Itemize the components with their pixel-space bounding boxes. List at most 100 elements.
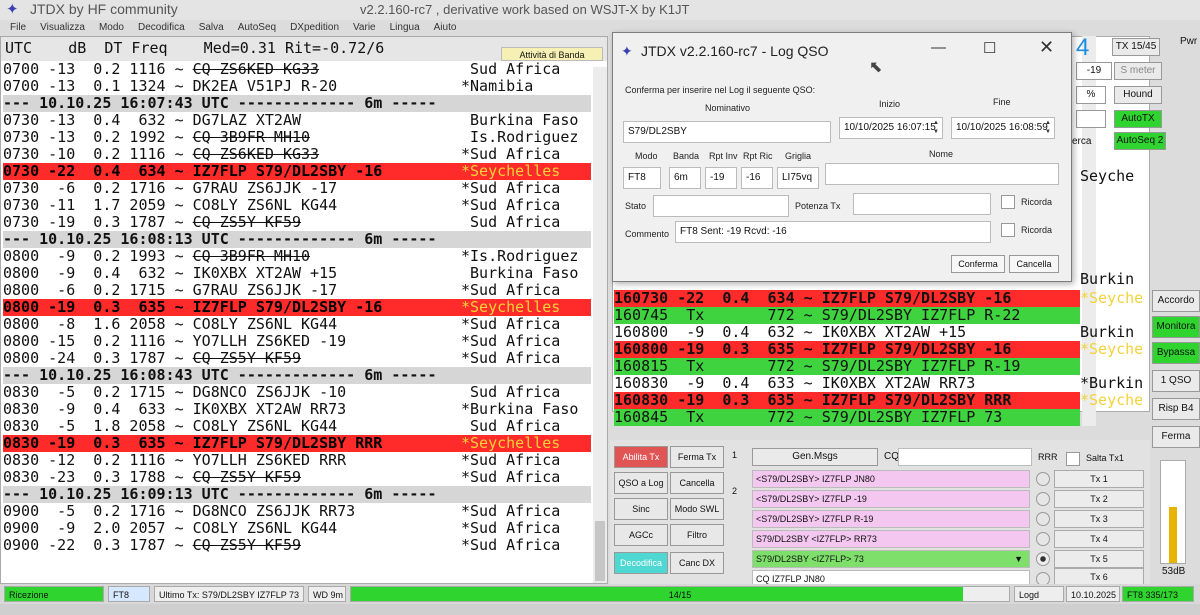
rx-decode-row[interactable]: 160745 Tx 772 ~ S79/DL2SBY IZ7FLP R-22 bbox=[614, 307, 1080, 324]
cancella-button[interactable]: Cancella bbox=[670, 472, 724, 494]
decode-row[interactable]: 0800 -9 0.2 1993 ~ CQ 3B9FR MH10 *Is.Rodr… bbox=[3, 248, 591, 265]
decode-row[interactable]: 0800 -15 0.2 1116 ~ YO7LLH ZS6KED -19 *Su… bbox=[3, 333, 591, 350]
rx-decode-row[interactable]: 160815 Tx 772 ~ S79/DL2SBY IZ7FLP R-19 bbox=[614, 358, 1080, 375]
band-activity-scrollbar[interactable] bbox=[593, 67, 607, 583]
comment-field[interactable]: FT8 Sent: -19 Rcvd: -16 bbox=[675, 221, 991, 243]
sinc-button[interactable]: Sinc bbox=[614, 498, 668, 520]
monitora-button[interactable]: Monitora bbox=[1152, 316, 1200, 338]
decode-row[interactable]: 0900 -5 0.2 1716 ~ DG8NCO ZS6JJK RR73 *Su… bbox=[3, 503, 591, 520]
tx2-button[interactable]: Tx 2 bbox=[1054, 490, 1144, 508]
tx5-radio[interactable] bbox=[1036, 552, 1050, 566]
menu-aiuto[interactable]: Aiuto bbox=[434, 22, 457, 33]
tx4-button[interactable]: Tx 4 bbox=[1054, 530, 1144, 548]
bypassa-button[interactable]: Bypassa bbox=[1152, 342, 1200, 364]
decode-row[interactable]: 0800 -24 0.3 1787 ~ CQ ZS5Y KF59 *Sud Afr… bbox=[3, 350, 591, 367]
ferma-button[interactable]: Ferma bbox=[1152, 426, 1200, 448]
tx-message-1[interactable]: <S79/DL2SBY> IZ7FLP JN80 bbox=[752, 470, 1030, 488]
decode-row[interactable]: 0730 -22 0.4 634 ~ IZ7FLP S79/DL2SBY -16… bbox=[3, 163, 591, 180]
decodifica-button[interactable]: Decodifica bbox=[614, 552, 668, 574]
grid-field[interactable]: LI75vq bbox=[777, 167, 819, 189]
conferma-button[interactable]: Conferma bbox=[951, 255, 1005, 273]
cq-field[interactable] bbox=[898, 448, 1032, 466]
rx-decode-row[interactable]: 160800 -19 0.3 635 ~ IZ7FLP S79/DL2SBY -… bbox=[614, 341, 1080, 358]
menu-salva[interactable]: Salva bbox=[199, 22, 224, 33]
risp-b4-button[interactable]: Risp B4 bbox=[1152, 398, 1200, 420]
tx-message-4[interactable]: S79/DL2SBY <IZ7FLP> RR73 bbox=[752, 530, 1030, 548]
rx-decode-row[interactable]: 160800 -9 0.4 632 ~ IK0XBX XT2AW +15 bbox=[614, 324, 1080, 341]
period-separator[interactable]: --- 10.10.25 16:07:43 UTC ------------- … bbox=[3, 95, 591, 112]
power-field[interactable] bbox=[853, 193, 991, 215]
band-field[interactable]: 6m bbox=[669, 167, 701, 189]
rx-decode-row[interactable]: 160845 Tx 772 ~ S79/DL2SBY IZ7FLP 73 bbox=[614, 409, 1080, 426]
one-qso-button[interactable]: 1 QSO bbox=[1152, 370, 1200, 392]
period-separator[interactable]: --- 10.10.25 16:08:43 UTC ------------- … bbox=[3, 367, 591, 384]
end-spin-icon[interactable]: ▲ ▼ bbox=[1043, 119, 1053, 137]
rx-decode-row[interactable]: 160830 -9 0.4 633 ~ IK0XBX XT2AW RR73 bbox=[614, 375, 1080, 392]
tx3-button[interactable]: Tx 3 bbox=[1054, 510, 1144, 528]
decode-row[interactable]: 0730 -11 1.7 2059 ~ CO8LY ZS6NL KG44 *Sud… bbox=[3, 197, 591, 214]
canc-dx-button[interactable]: Canc DX bbox=[670, 552, 724, 574]
tab-1[interactable]: 1 bbox=[732, 450, 737, 460]
autoseq-button[interactable]: AutoSeq 2 bbox=[1114, 132, 1166, 150]
tx2-radio[interactable] bbox=[1036, 492, 1050, 506]
gen-msgs-button[interactable]: Gen.Msgs bbox=[752, 448, 878, 466]
maximize-icon[interactable]: ☐ bbox=[983, 39, 996, 57]
decode-row[interactable]: 0830 -9 0.4 633 ~ IK0XBX XT2AW RR73 *Burk… bbox=[3, 401, 591, 418]
rx-decode-row[interactable]: 160830 -19 0.3 635 ~ IZ7FLP S79/DL2SBY R… bbox=[614, 392, 1080, 409]
decode-row[interactable]: 0730 -13 0.4 632 ~ DG7LAZ XT2AW Burkina … bbox=[3, 112, 591, 129]
tx-message-2[interactable]: <S79/DL2SBY> IZ7FLP -19 bbox=[752, 490, 1030, 508]
period-separator[interactable]: --- 10.10.25 16:08:13 UTC ------------- … bbox=[3, 231, 591, 248]
minimize-icon[interactable]: — bbox=[931, 39, 946, 56]
decode-row[interactable]: 0800 -19 0.3 635 ~ IZ7FLP S79/DL2SBY -16… bbox=[3, 299, 591, 316]
autotx-button[interactable]: AutoTX bbox=[1114, 110, 1162, 128]
decode-row[interactable]: 0900 -22 0.3 1787 ~ CQ ZS5Y KF59 *Sud Afr… bbox=[3, 537, 591, 554]
tx3-radio[interactable] bbox=[1036, 512, 1050, 526]
remember-power-checkbox[interactable] bbox=[1001, 195, 1015, 209]
callsign-field[interactable]: S79/DL2SBY bbox=[623, 121, 831, 143]
rpt-sent-field[interactable]: -19 bbox=[705, 167, 737, 189]
mode-field[interactable]: FT8 bbox=[623, 167, 661, 189]
salta-tx1-checkbox[interactable] bbox=[1066, 452, 1080, 466]
remember-comment-checkbox[interactable] bbox=[1001, 223, 1015, 237]
menu-autoseq[interactable]: AutoSeq bbox=[238, 22, 276, 33]
modo-swl-button[interactable]: Modo SWL bbox=[670, 498, 724, 520]
tab-2[interactable]: 2 bbox=[732, 486, 737, 496]
chevron-down-icon[interactable]: ▼ bbox=[1014, 551, 1023, 567]
start-time-field[interactable]: 10/10/2025 16:07:15 bbox=[839, 117, 943, 139]
close-icon[interactable]: ✕ bbox=[1039, 37, 1054, 58]
tx-message-3[interactable]: <S79/DL2SBY> IZ7FLP R-19 bbox=[752, 510, 1030, 528]
menu-varie[interactable]: Varie bbox=[353, 22, 376, 33]
rx-decode-row[interactable]: 160730 -22 0.4 634 ~ IZ7FLP S79/DL2SBY -… bbox=[614, 290, 1080, 307]
decode-row[interactable]: 0830 -19 0.3 635 ~ IZ7FLP S79/DL2SBY RRR… bbox=[3, 435, 591, 452]
scrollbar-thumb[interactable] bbox=[595, 521, 605, 581]
cancella-dialog-button[interactable]: Cancella bbox=[1009, 255, 1059, 273]
band-activity-panel[interactable]: UTC dB DT Freq Med=0.31 Rit=-0.72/6 Atti… bbox=[0, 36, 608, 584]
accordo-button[interactable]: Accordo bbox=[1152, 290, 1200, 312]
tx1-radio[interactable] bbox=[1036, 472, 1050, 486]
hound-button[interactable]: Hound bbox=[1114, 86, 1162, 104]
decode-row[interactable]: 0800 -9 0.4 632 ~ IK0XBX XT2AW +15 Burki… bbox=[3, 265, 591, 282]
decode-row[interactable]: 0800 -8 1.6 2058 ~ CO8LY ZS6NL KG44 *Sud … bbox=[3, 316, 591, 333]
end-time-field[interactable]: 10/10/2025 16:08:59 bbox=[951, 117, 1055, 139]
stato-field[interactable] bbox=[653, 195, 789, 217]
decode-row[interactable]: 0730 -6 0.2 1716 ~ G7RAU ZS6JJK -17 *Sud … bbox=[3, 180, 591, 197]
menu-modo[interactable]: Modo bbox=[99, 22, 124, 33]
agcc-button[interactable]: AGCc bbox=[614, 524, 668, 546]
spin-field[interactable] bbox=[1076, 110, 1106, 128]
period-separator[interactable]: --- 10.10.25 16:09:13 UTC ------------- … bbox=[3, 486, 591, 503]
decode-row[interactable]: 0730 -13 0.2 1992 ~ CQ 3B9FR MH10 Is.Rod… bbox=[3, 129, 591, 146]
decode-row[interactable]: 0800 -6 0.2 1715 ~ G7RAU ZS6JJK -17 *Sud … bbox=[3, 282, 591, 299]
menu-lingua[interactable]: Lingua bbox=[390, 22, 420, 33]
tx4-radio[interactable] bbox=[1036, 532, 1050, 546]
menu-decodifica[interactable]: Decodifica bbox=[138, 22, 185, 33]
decode-row[interactable]: 0900 -9 2.0 2057 ~ CO8LY ZS6NL KG44 *Sud … bbox=[3, 520, 591, 537]
tx5-button[interactable]: Tx 5 bbox=[1054, 550, 1144, 568]
decode-row[interactable]: 0700 -13 0.1 1324 ~ DK2EA V51PJ R-20 *Nam… bbox=[3, 78, 591, 95]
menu-dxpedition[interactable]: DXpedition bbox=[290, 22, 339, 33]
decode-row[interactable]: 0830 -5 1.8 2058 ~ CO8LY ZS6NL KG44 Sud … bbox=[3, 418, 591, 435]
percent-field[interactable]: % bbox=[1076, 86, 1106, 104]
qso-a-log-button[interactable]: QSO a Log bbox=[614, 472, 668, 494]
abilita-tx-button[interactable]: Abilita Tx bbox=[614, 446, 668, 468]
menu-file[interactable]: File bbox=[10, 22, 26, 33]
rpt-rcvd-field[interactable]: -16 bbox=[741, 167, 773, 189]
